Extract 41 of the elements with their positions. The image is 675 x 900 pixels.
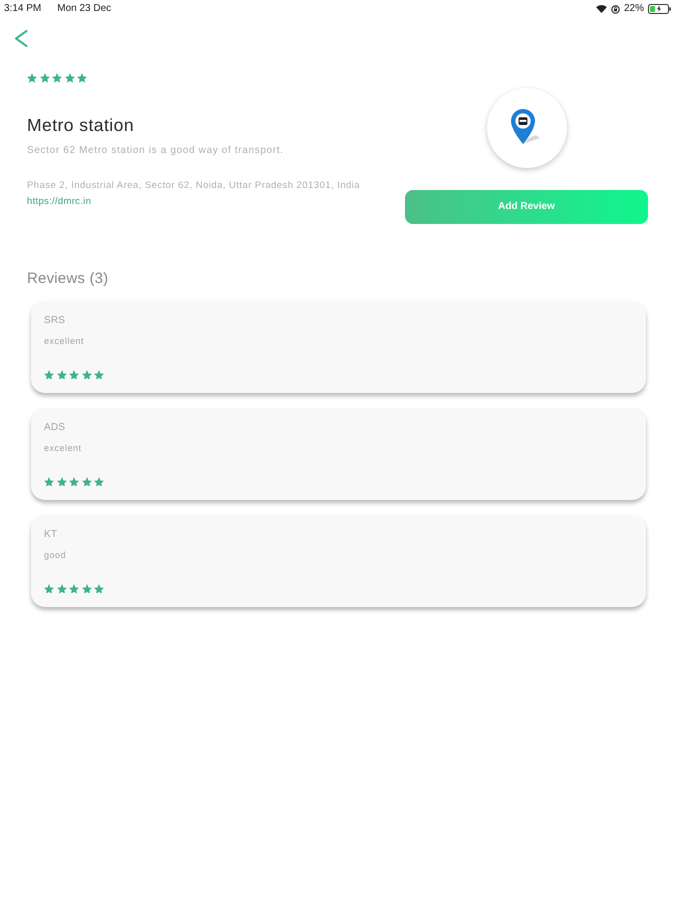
star-icon [69, 584, 80, 593]
star-icon [52, 73, 62, 82]
add-review-button[interactable]: Add Review [405, 190, 648, 224]
star-icon [56, 370, 67, 379]
star-icon [27, 73, 37, 82]
star-icon [94, 370, 104, 379]
status-date: Mon 23 Dec [57, 3, 112, 15]
star-icon [64, 73, 75, 82]
star-icon [44, 584, 54, 593]
reviews-heading: Reviews (3) [27, 270, 110, 288]
rotation-lock-icon [610, 4, 620, 14]
battery-percentage: 22% [624, 3, 644, 15]
star-icon [77, 73, 88, 82]
star-icon [69, 370, 80, 379]
reviewer-name: SRS [44, 314, 66, 328]
star-icon [94, 584, 104, 593]
review-comment: excellent [44, 334, 84, 346]
star-icon [56, 476, 67, 486]
reviewer-name: ADS [44, 420, 66, 434]
star-icon [44, 370, 54, 379]
star-icon [44, 476, 54, 486]
star-icon [69, 476, 80, 486]
back-button[interactable] [14, 30, 28, 47]
place-description: Sector 62 Metro station is a good way of transport. [27, 144, 284, 156]
star-icon [40, 73, 50, 82]
chevron-left-icon [14, 30, 28, 47]
status-time: 3:14 PM [4, 3, 42, 15]
review-comment: good [44, 548, 66, 560]
place-address: Phase 2, Industrial Area, Sector 62, Noida, Uttar Pradesh 201301, India [27, 180, 360, 192]
star-icon [82, 584, 92, 593]
review-comment: excelent [44, 442, 82, 454]
place-title: Metro station [27, 114, 134, 134]
star-icon [82, 476, 92, 486]
star-icon [94, 476, 104, 486]
wifi-icon [596, 5, 607, 13]
star-icon [82, 370, 92, 379]
map-pin-icon [486, 88, 566, 168]
battery-icon [648, 4, 671, 14]
website-link[interactable]: https://dmrc.in [27, 196, 92, 208]
star-icon [56, 584, 67, 593]
reviewer-name: KT [44, 528, 58, 542]
